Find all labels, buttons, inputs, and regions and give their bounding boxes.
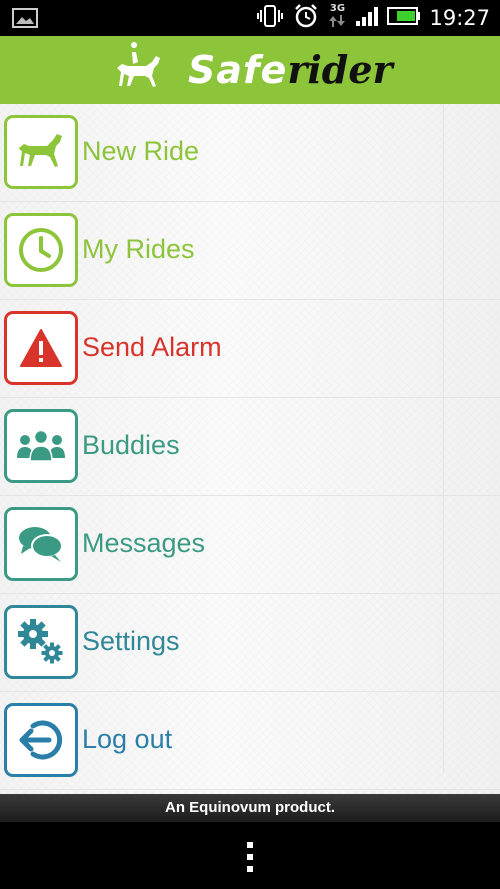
overflow-menu-icon[interactable]: [246, 842, 254, 872]
menu-label: New Ride: [82, 136, 200, 166]
menu-label: Settings: [82, 626, 180, 656]
menu-label: Messages: [82, 528, 206, 558]
app-logo-text: Saferider: [188, 48, 393, 93]
main-menu: New Ride My Rides Send Alarm Buddies Mes…: [0, 104, 500, 794]
menu-label: Buddies: [82, 430, 180, 460]
status-icons: 3G 19:27: [255, 3, 490, 34]
menu-item-messages[interactable]: Messages: [0, 496, 500, 594]
menu-label: Send Alarm: [82, 332, 222, 362]
signal-icon: [355, 5, 379, 32]
menu-icon-box: [4, 703, 78, 777]
menu-item-new-ride[interactable]: New Ride: [0, 104, 500, 202]
gears-icon: [18, 619, 63, 664]
menu-item-log-out[interactable]: Log out: [0, 692, 500, 790]
group-icon: [17, 429, 65, 462]
image-notification-icon: [12, 8, 38, 33]
horse-icon: [19, 134, 62, 167]
clock-icon: [19, 228, 63, 272]
clock-time: 19:27: [429, 6, 490, 30]
battery-icon: [387, 6, 421, 31]
menu-icon-box: [4, 115, 78, 189]
chat-icon: [19, 527, 63, 562]
warning-icon: [20, 329, 62, 367]
footer-credit: An Equinovum product.: [0, 794, 500, 822]
menu-item-settings[interactable]: Settings: [0, 594, 500, 692]
menu-icon-box: [4, 507, 78, 581]
menu-item-send-alarm[interactable]: Send Alarm: [0, 300, 500, 398]
menu-icon-box: [4, 213, 78, 287]
menu-icon-box: [4, 311, 78, 385]
logout-icon: [19, 720, 63, 760]
vibrate-icon: [255, 4, 285, 33]
status-bar: 3G 19:27: [0, 0, 500, 36]
alarm-icon: [293, 3, 319, 34]
logo-safe: Safe: [188, 48, 288, 92]
menu-icon-box: [4, 409, 78, 483]
app-bar: Saferider: [0, 36, 500, 104]
system-nav-bar: [0, 822, 500, 889]
horse-rider-logo-icon: [112, 42, 164, 99]
menu-label: Log out: [82, 724, 173, 754]
logo-rider: rider: [287, 47, 393, 92]
menu-item-buddies[interactable]: Buddies: [0, 398, 500, 496]
menu-icon-box: [4, 605, 78, 679]
network-3g-icon: 3G: [327, 3, 347, 33]
menu-label: My Rides: [82, 234, 195, 264]
menu-item-my-rides[interactable]: My Rides: [0, 202, 500, 300]
